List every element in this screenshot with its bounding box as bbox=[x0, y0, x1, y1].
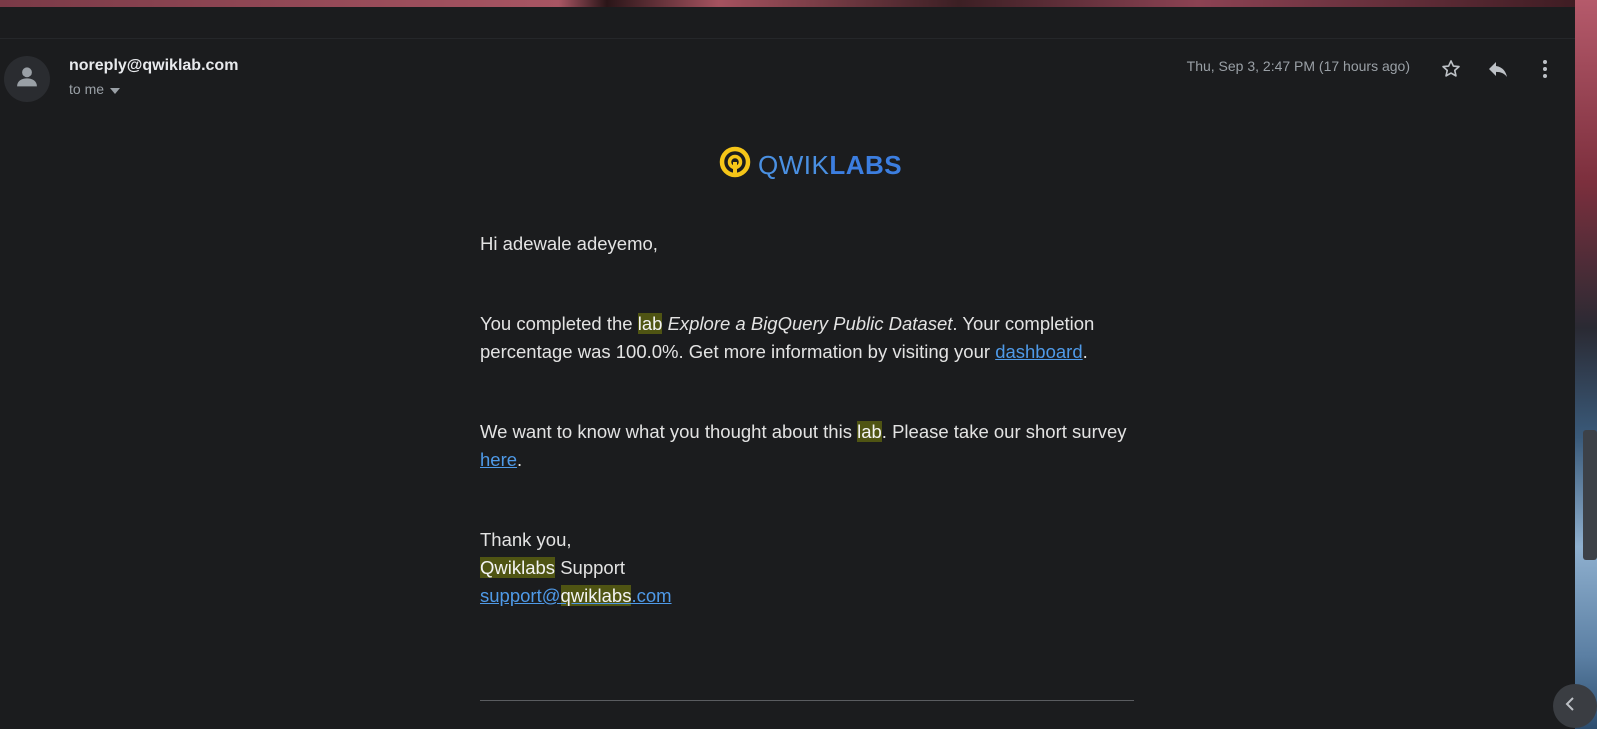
support-email-line: support@qwiklabs.com bbox=[480, 582, 1130, 610]
survey-paragraph: We want to know what you thought about t… bbox=[480, 418, 1130, 474]
signature-name: Qwiklabs Support bbox=[480, 554, 1130, 582]
signature-support: Support bbox=[555, 557, 625, 578]
star-icon bbox=[1440, 58, 1462, 85]
reply-button[interactable] bbox=[1481, 54, 1515, 88]
chevron-left-icon bbox=[1565, 696, 1575, 716]
survey-link[interactable]: here bbox=[480, 449, 517, 470]
email-panel bbox=[0, 7, 1575, 729]
side-scrollbar[interactable] bbox=[1583, 430, 1597, 560]
qwiklabs-logo-icon bbox=[718, 145, 752, 184]
p1-intro: You completed the bbox=[480, 313, 638, 334]
signature: Thank you, Qwiklabs Support support@qwik… bbox=[480, 526, 1130, 610]
p2-intro: We want to know what you thought about t… bbox=[480, 421, 858, 442]
sender-email[interactable]: noreply@qwiklab.com bbox=[69, 57, 238, 75]
completion-paragraph: You completed the lab Explore a BigQuery… bbox=[480, 310, 1130, 366]
recipient-details-toggle[interactable]: to me bbox=[69, 81, 121, 97]
p2-rest: . Please take our short survey bbox=[881, 421, 1127, 442]
search-highlight-lab: lab bbox=[637, 313, 663, 334]
email-pre: support@ bbox=[480, 585, 561, 606]
logo-text-light: QWIK bbox=[758, 149, 830, 180]
p1-end: . bbox=[1082, 341, 1088, 362]
divider bbox=[0, 38, 1575, 39]
qwiklabs-logo[interactable]: QWIKLABS bbox=[718, 145, 902, 184]
search-highlight-email: qwiklabs bbox=[560, 585, 632, 606]
background-wallpaper-top bbox=[0, 0, 1597, 7]
email-date: Thu, Sep 3, 2:47 PM (17 hours ago) bbox=[1186, 58, 1410, 74]
logo-text-bold: LABS bbox=[829, 149, 903, 180]
thanks-line: Thank you, bbox=[480, 529, 572, 550]
star-button[interactable] bbox=[1434, 54, 1468, 88]
support-email-link[interactable]: support@qwiklabs.com bbox=[480, 585, 672, 606]
email-post: .com bbox=[631, 585, 672, 606]
search-highlight-lab-2: lab bbox=[857, 421, 882, 442]
reply-icon bbox=[1486, 57, 1510, 86]
recipient-label: to me bbox=[69, 81, 105, 97]
more-vert-icon bbox=[1542, 59, 1548, 84]
logo-wordmark: QWIKLABS bbox=[758, 152, 902, 178]
side-panel-toggle-button[interactable] bbox=[1553, 684, 1597, 728]
footer-divider bbox=[480, 700, 1134, 701]
background-wallpaper-right bbox=[1575, 0, 1597, 729]
lab-title: Explore a BigQuery Public Dataset bbox=[667, 313, 953, 334]
person-icon bbox=[13, 63, 41, 96]
avatar[interactable] bbox=[4, 56, 50, 102]
more-options-button[interactable] bbox=[1528, 54, 1562, 88]
greeting: Hi adewale adeyemo, bbox=[480, 233, 658, 254]
chevron-down-icon bbox=[110, 81, 121, 97]
search-highlight-qwiklabs: Qwiklabs bbox=[480, 557, 556, 578]
dashboard-link[interactable]: dashboard bbox=[995, 341, 1082, 362]
p2-end: . bbox=[517, 449, 523, 470]
